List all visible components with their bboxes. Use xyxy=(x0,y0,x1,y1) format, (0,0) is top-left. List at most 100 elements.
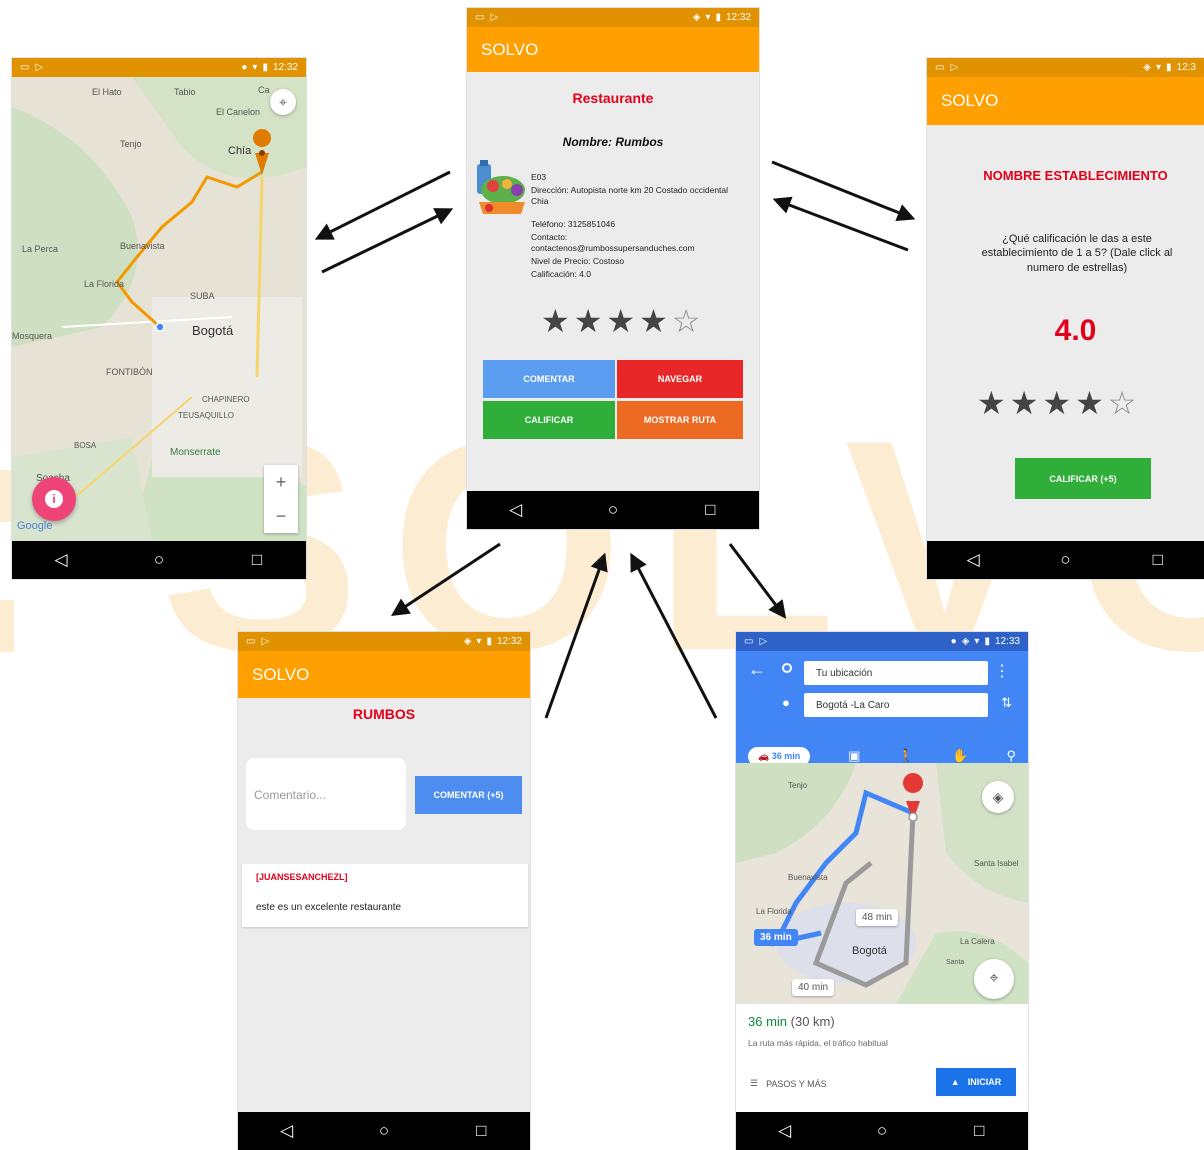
comment-card: [JUANSESANCHEZL] este es un excelente re… xyxy=(242,864,528,927)
start-navigation-button[interactable]: ▲ INICIAR xyxy=(936,1068,1016,1096)
status-bar: ▭ ▷ ◈ ▾ ▮ 12:32 xyxy=(238,632,530,651)
my-location-icon[interactable]: ⌖ xyxy=(974,959,1014,999)
back-arrow-icon[interactable]: ← xyxy=(748,659,766,680)
app-title: SOLVO xyxy=(481,39,539,59)
play-store-icon: ▷ xyxy=(261,636,270,647)
ride-icon[interactable]: ✋ xyxy=(952,748,968,764)
rating-stars: ★ ★ ★ ★ ☆ xyxy=(541,302,700,340)
map-label: Tenjo xyxy=(788,781,808,790)
map-label: La Calera xyxy=(960,937,995,946)
steps-label: PASOS Y MÁS xyxy=(766,1078,827,1089)
current-location-dot xyxy=(155,322,165,332)
flow-diagram-canvas: SOLVO ▭▷ ●▾▮12:32 El Ha xyxy=(0,0,1204,1150)
recents-icon[interactable]: □ xyxy=(461,1121,501,1141)
restaurant-title: RUMBOS xyxy=(352,706,416,722)
origin-field[interactable]: Tu ubicación xyxy=(804,661,988,685)
map-label: Ca xyxy=(258,85,270,95)
transit-icon[interactable]: ▣ xyxy=(848,748,860,764)
home-icon[interactable]: ○ xyxy=(862,1121,902,1141)
my-location-icon[interactable]: ⌖ xyxy=(270,89,296,115)
google-logo: Google xyxy=(17,520,53,532)
detail-screen: ▭ ▷ ◈ ▾ ▮ 12:32 SOLVO Restaurante Nombre: Ru… xyxy=(467,8,759,529)
zoom-controls: + − xyxy=(264,465,298,533)
walk-icon[interactable]: 🚶 xyxy=(898,748,914,764)
info-fab[interactable]: i xyxy=(32,477,76,521)
map-label: BOSA xyxy=(74,441,97,450)
star-filled-icon[interactable]: ★ xyxy=(1075,384,1104,422)
layers-icon[interactable]: ◈ xyxy=(982,781,1014,813)
notification-icon: ▭ xyxy=(246,636,256,647)
back-icon[interactable]: ◁ xyxy=(953,550,993,570)
steps-button[interactable]: ☰ PASOS Y MÁS xyxy=(750,1078,827,1089)
comment-button[interactable]: COMENTAR xyxy=(483,360,615,398)
notification-icon: ▭ xyxy=(935,62,945,73)
more-options-icon[interactable]: ⋮ xyxy=(994,661,1010,681)
mode-car-time: 36 min xyxy=(771,750,801,761)
recents-icon[interactable]: □ xyxy=(959,1121,999,1141)
status-time: 12:33 xyxy=(994,636,1020,647)
status-time: 12:3 xyxy=(1176,62,1196,73)
status-bar: ▭ ▷ ● ◈ ▾ ▮ 12:33 xyxy=(736,632,1028,651)
home-icon[interactable]: ○ xyxy=(1045,550,1085,570)
star-filled-icon: ★ xyxy=(639,303,668,339)
contact-email[interactable]: contactenos@rumbossupersanduches.com xyxy=(531,243,695,254)
star-empty-icon: ☆ xyxy=(671,303,701,339)
route-badge-alt[interactable]: 40 min xyxy=(792,979,835,996)
home-icon[interactable]: ○ xyxy=(593,500,633,520)
wifi-icon: ▾ xyxy=(1155,62,1162,73)
battery-icon: ▮ xyxy=(1166,62,1172,73)
price-level: Nivel de Precio: Costoso xyxy=(531,256,625,266)
origin-icon xyxy=(782,663,792,673)
status-bar: ▭ ▷ ◈ ▾ ▮ 12:32 xyxy=(467,8,759,27)
home-icon[interactable]: ○ xyxy=(364,1121,404,1141)
map-label: Mosquera xyxy=(12,331,53,341)
star-empty-icon[interactable]: ☆ xyxy=(1108,384,1137,422)
status-bar: ▭ ▷ ◈ ▾ ▮ 12:3 xyxy=(927,58,1204,77)
app-bar: SOLVO xyxy=(467,27,759,72)
wifi-icon: ▾ xyxy=(705,12,711,23)
submit-comment-button[interactable]: COMENTAR (+5) xyxy=(415,776,522,814)
submit-rating-button[interactable]: CALIFICAR (+5) xyxy=(1015,458,1151,499)
back-icon[interactable]: ◁ xyxy=(496,500,536,520)
recents-icon[interactable]: □ xyxy=(690,500,730,520)
zoom-out-button[interactable]: − xyxy=(276,506,287,527)
star-filled-icon[interactable]: ★ xyxy=(977,384,1006,422)
status-time: 12:32 xyxy=(496,636,522,647)
app-bar: SOLVO xyxy=(927,77,1204,125)
vibrate-icon: ◈ xyxy=(692,12,701,23)
bike-icon[interactable]: ⚲ xyxy=(1006,748,1016,764)
directions-map[interactable]: Tenjo Buenavista La Florida Bogotá Santa… xyxy=(736,763,1028,1004)
map-view[interactable]: El Hato Tabio Ca El Canelon Tenjo Chía L… xyxy=(12,77,306,541)
arrow-rating-to-detail xyxy=(772,196,909,252)
back-icon[interactable]: ◁ xyxy=(267,1121,307,1141)
route-summary-line: 36 min (30 km) xyxy=(748,1014,835,1029)
zoom-in-button[interactable]: + xyxy=(276,472,287,493)
star-filled-icon[interactable]: ★ xyxy=(1010,384,1039,422)
recents-icon[interactable]: □ xyxy=(1138,550,1178,570)
arrow-detail-to-map xyxy=(314,170,451,240)
star-filled-icon: ★ xyxy=(606,303,636,339)
vibrate-icon: ◈ xyxy=(1143,62,1151,73)
android-nav-bar: ◁ ○ □ xyxy=(238,1112,530,1150)
rate-button[interactable]: CALIFICAR xyxy=(483,401,615,439)
swap-icon[interactable]: ⇅ xyxy=(1001,695,1012,711)
establishment-title: NOMBRE ESTABLECIMIENTO xyxy=(983,168,1168,183)
battery-icon: ▮ xyxy=(984,636,990,647)
back-icon[interactable]: ◁ xyxy=(765,1121,805,1141)
back-icon[interactable]: ◁ xyxy=(41,550,81,570)
recents-icon[interactable]: □ xyxy=(237,550,277,570)
map-terrain xyxy=(12,77,306,541)
route-badge-alt[interactable]: 48 min xyxy=(856,909,899,926)
destination-field[interactable]: Bogotá -La Caro xyxy=(804,693,988,717)
map-label: CHAPINERO xyxy=(202,395,250,404)
route-badge-selected[interactable]: 36 min xyxy=(754,929,798,946)
star-filled-icon[interactable]: ★ xyxy=(1042,384,1071,422)
show-route-button[interactable]: MOSTRAR RUTA xyxy=(617,401,743,439)
navigate-button[interactable]: NAVEGAR xyxy=(617,360,743,398)
android-nav-bar: ◁ ○ □ xyxy=(927,541,1204,579)
home-icon[interactable]: ○ xyxy=(139,550,179,570)
map-label: SUBA xyxy=(190,291,215,301)
star-filled-icon: ★ xyxy=(573,303,603,339)
comment-input[interactable]: Comentario... xyxy=(246,758,406,830)
section-title: Restaurante xyxy=(572,90,654,106)
